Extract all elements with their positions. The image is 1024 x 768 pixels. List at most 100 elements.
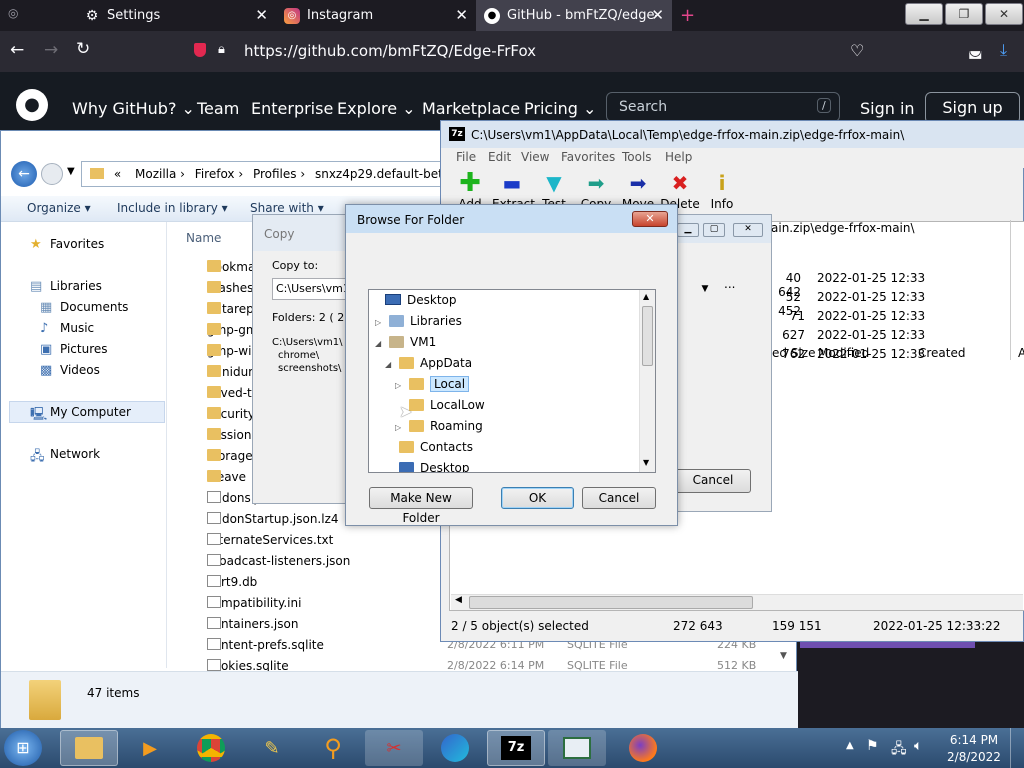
menu-favorites[interactable]: Favorites	[561, 150, 615, 164]
taskbar-media-player-icon[interactable]: ▶	[121, 730, 179, 766]
list-item[interactable]: bookmar	[187, 260, 260, 274]
list-item[interactable]: AlternateServices.txt	[187, 533, 333, 547]
nav-favorites[interactable]: ★ Favorites	[30, 237, 104, 252]
taskbar-search-icon[interactable]: ⚲	[304, 730, 362, 766]
tree-item-desktop[interactable]: Desktop	[375, 290, 457, 311]
taskbar-chrome-icon[interactable]	[182, 730, 240, 766]
list-item[interactable]: content-prefs.sqlite	[187, 638, 324, 652]
list-item[interactable]: broadcast-listeners.json	[187, 554, 350, 568]
minimize-button[interactable]: ▁	[905, 3, 943, 25]
column-header[interactable]: A	[1018, 346, 1024, 360]
nav-explore[interactable]: Explore ⌄	[337, 99, 416, 118]
volume-icon[interactable]: 🔈︎	[914, 738, 922, 754]
taskbar-snipping-icon[interactable]: ✂	[365, 730, 423, 766]
taskbar-paint-icon[interactable]: ✎	[243, 730, 301, 766]
heart-icon[interactable]: ♡	[850, 41, 864, 60]
close-tab-icon[interactable]: ✕	[255, 6, 268, 24]
forward-icon[interactable]	[41, 163, 63, 185]
scrollbar-thumb[interactable]	[469, 596, 753, 609]
ok-button[interactable]: OK	[501, 487, 574, 509]
taskbar-7zip-icon[interactable]: 7z	[487, 730, 545, 766]
close-tab-icon[interactable]: ✕	[651, 6, 664, 24]
extract-close-button[interactable]: ✕	[733, 223, 763, 237]
browse-path-button[interactable]: ...	[724, 277, 752, 300]
action-center-icon[interactable]: ⚑	[866, 738, 879, 754]
list-item[interactable]: addonStartup.json.lz4	[187, 512, 339, 526]
show-desktop-button[interactable]	[1010, 728, 1024, 768]
column-header-name[interactable]: Name	[186, 231, 221, 245]
close-window-button[interactable]: ✕	[985, 3, 1023, 25]
maximize-button[interactable]: ❐	[945, 3, 983, 25]
taskbar-explorer-icon[interactable]	[60, 730, 118, 766]
close-tab-icon[interactable]: ✕	[455, 6, 468, 24]
scroll-left-icon[interactable]: ◀	[455, 595, 462, 605]
show-hidden-icons-icon[interactable]: ▲	[846, 740, 854, 751]
list-item[interactable]: gmp-wid	[187, 344, 259, 358]
list-item[interactable]: weave	[187, 470, 246, 484]
horizontal-scrollbar[interactable]: ◀	[451, 594, 1023, 610]
tab-github[interactable]: ● GitHub - bmFtZQ/edge-frfc ✕	[476, 0, 672, 31]
reload-icon[interactable]: ↻	[76, 39, 90, 59]
menu-edit[interactable]: Edit	[488, 150, 511, 164]
tab-instagram[interactable]: ◎ Instagram ✕	[276, 0, 476, 31]
sign-in-link[interactable]: Sign in	[860, 99, 915, 118]
taskbar-firefox-icon[interactable]	[614, 730, 672, 766]
menu-help[interactable]: Help	[665, 150, 692, 164]
chevron-down-icon[interactable]: ▼	[67, 166, 75, 177]
extract-minimize-button[interactable]: ▁	[677, 223, 699, 237]
download-icon[interactable]: ⤓	[1000, 40, 1007, 60]
nav-network[interactable]: 🖧 Network	[30, 447, 100, 464]
nav-pricing[interactable]: Pricing ⌄	[524, 99, 596, 118]
network-tray-icon[interactable]: 🖧	[891, 738, 907, 762]
clock-time[interactable]: 6:14 PM	[944, 733, 1004, 747]
list-item[interactable]: minidum	[187, 365, 260, 379]
tree-item-desktop-user[interactable]: Desktop	[385, 458, 470, 472]
chevron-down-icon[interactable]: ▼	[697, 279, 713, 299]
scroll-down-icon[interactable]: ▼	[780, 651, 787, 661]
tree-item-vm1[interactable]: ◢ VM1	[375, 332, 436, 353]
nav-documents[interactable]: ▦ Documents	[40, 300, 128, 315]
extract-cancel-button[interactable]: Cancel	[675, 469, 751, 493]
list-item[interactable]: gmp-gm	[187, 323, 258, 337]
taskbar-window-icon[interactable]	[548, 730, 606, 766]
tree-item-contacts[interactable]: Contacts	[385, 437, 473, 458]
menu-view[interactable]: View	[521, 150, 549, 164]
back-arrow-icon[interactable]: ←	[10, 40, 24, 60]
start-button[interactable]: ⊞	[4, 730, 42, 766]
taskbar-edge-icon[interactable]	[426, 730, 484, 766]
github-search-input[interactable]: Search /	[606, 92, 840, 122]
cancel-button[interactable]: Cancel	[582, 487, 656, 509]
tree-item-libraries[interactable]: ▷ Libraries	[375, 311, 462, 332]
pocket-icon[interactable]: ◛	[968, 41, 983, 59]
close-icon[interactable]: ✕	[632, 211, 668, 227]
nav-pictures[interactable]: ▣ Pictures	[40, 342, 108, 357]
make-new-folder-button[interactable]: Make New Folder	[369, 487, 473, 525]
nav-videos[interactable]: ▩ Videos	[40, 363, 100, 378]
tree-scrollbar[interactable]: ▲ ▼	[639, 290, 655, 472]
list-item[interactable]: containers.json	[187, 617, 298, 631]
shield-icon[interactable]	[194, 43, 206, 57]
github-logo-icon[interactable]: ●	[16, 89, 48, 121]
tree-item-local[interactable]: ▷ Local	[395, 374, 470, 395]
list-item[interactable]: crashes	[187, 281, 253, 295]
menu-tools[interactable]: Tools	[622, 150, 652, 164]
nav-enterprise[interactable]: Enterprise	[251, 99, 333, 118]
nav-my-computer[interactable]: 🖳 My Computer	[30, 405, 131, 422]
nav-marketplace[interactable]: Marketplace	[422, 99, 520, 118]
list-item[interactable]: cert9.db	[187, 575, 257, 589]
nav-libraries[interactable]: ▤ Libraries	[30, 279, 102, 294]
lock-icon[interactable]: 🔒︎	[218, 42, 225, 57]
nav-music[interactable]: ♪ Music	[40, 321, 94, 336]
list-item[interactable]: datarepo	[187, 302, 261, 316]
list-item[interactable]: addons.j	[187, 491, 258, 505]
nav-team[interactable]: Team	[197, 99, 239, 118]
forward-arrow-icon[interactable]: →	[44, 40, 58, 60]
list-item[interactable]: security_	[187, 407, 261, 421]
list-item[interactable]: saved-te	[187, 386, 259, 400]
share-with-button[interactable]: Share with ▾	[250, 201, 324, 215]
list-item[interactable]: compatibility.ini	[187, 596, 301, 610]
new-tab-button[interactable]: +	[680, 5, 695, 26]
menu-file[interactable]: File	[456, 150, 476, 164]
tree-item-appdata[interactable]: ◢ AppData	[385, 353, 472, 374]
clock-date[interactable]: 2/8/2022	[944, 750, 1004, 764]
